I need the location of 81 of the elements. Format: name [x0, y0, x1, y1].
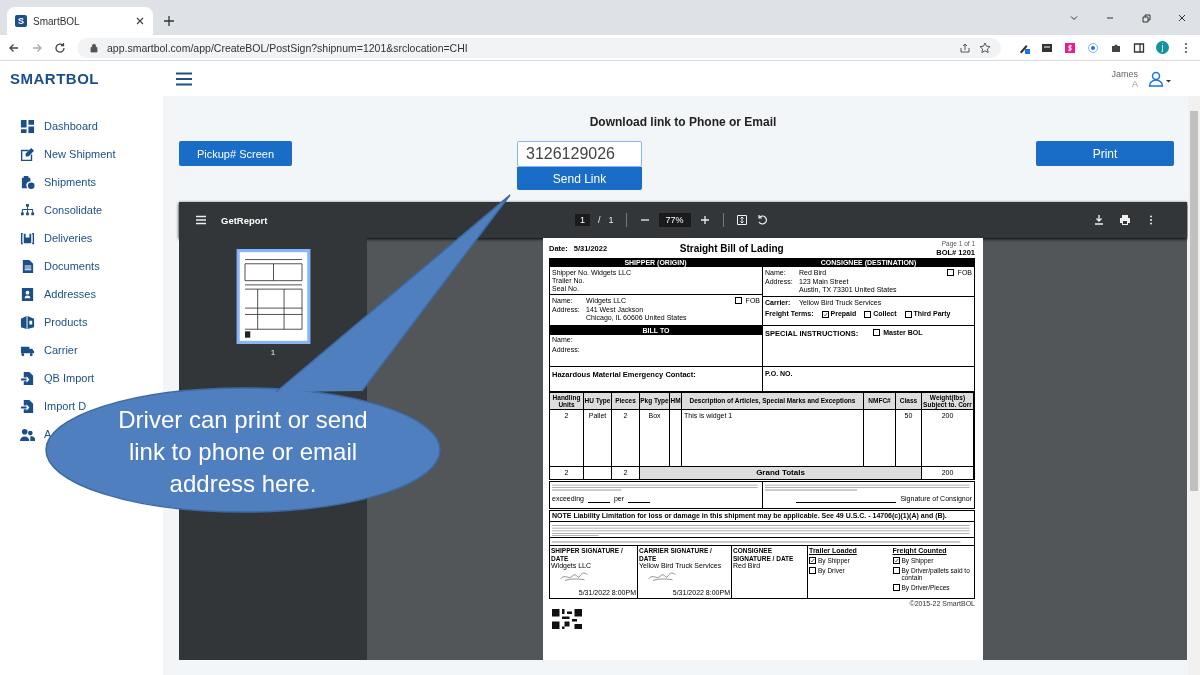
star-icon[interactable] — [979, 41, 991, 54]
checkbox[interactable] — [864, 310, 872, 318]
page-scrollbar[interactable] — [1188, 96, 1200, 675]
users-icon — [20, 426, 35, 442]
page-total: 1 — [608, 215, 614, 225]
sidebar-item[interactable]: Consolidate — [0, 196, 103, 224]
checkbox[interactable] — [734, 297, 742, 304]
zoom-in-icon[interactable] — [698, 214, 711, 226]
send-link-button[interactable]: Send Link — [517, 167, 642, 190]
box-check-icon — [20, 174, 35, 190]
sidebar-item[interactable]: Products — [0, 308, 88, 336]
record-extension-icon[interactable] — [1087, 41, 1099, 54]
contact-book-icon — [20, 286, 35, 302]
checkbox[interactable] — [821, 310, 829, 318]
profile-avatar[interactable]: j — [1156, 41, 1169, 54]
sidebar-item[interactable]: Documents — [0, 252, 100, 280]
edit-icon — [20, 146, 35, 162]
package-icon — [20, 314, 35, 330]
sidebar-item[interactable]: Deliveries — [0, 224, 93, 252]
tab-title: SmartBOL — [33, 15, 81, 27]
page-number-input[interactable]: 1 — [575, 214, 590, 226]
checkbox[interactable] — [809, 566, 816, 574]
download-icon[interactable] — [1093, 214, 1105, 226]
menu-icon[interactable] — [176, 71, 192, 86]
document-icon — [20, 258, 35, 274]
favicon: S — [15, 15, 27, 27]
page-separator: / — [598, 215, 601, 225]
page-thumbnail[interactable] — [235, 249, 311, 344]
checkbox[interactable] — [946, 269, 954, 276]
checkbox[interactable] — [892, 557, 900, 564]
grand-totals-label: Grand Totals — [640, 466, 922, 480]
box-icon — [20, 230, 35, 246]
back-icon[interactable] — [8, 41, 20, 54]
fit-page-icon[interactable] — [735, 214, 748, 226]
user-initial: A — [1132, 78, 1138, 89]
sidebar-item[interactable]: QB Import — [0, 364, 95, 392]
sidebar-item[interactable]: Import D — [0, 392, 87, 420]
document-title: GetReport — [221, 214, 269, 226]
sidebar-item[interactable]: Carrier — [0, 336, 78, 364]
file-import-icon — [20, 398, 35, 414]
pickup-screen-button[interactable]: Pickup# Screen — [179, 141, 292, 166]
new-tab-icon[interactable] — [163, 15, 175, 27]
address-bar[interactable]: app.smartbol.com/app/CreateBOL/PostSign?shipnum=1201&srclocation=CHI — [77, 37, 1001, 58]
checkbox[interactable] — [892, 583, 900, 591]
share-icon[interactable] — [959, 41, 971, 54]
hierarchy-icon — [20, 202, 35, 218]
lock-icon — [89, 42, 99, 53]
print-icon[interactable] — [1119, 214, 1131, 226]
logo[interactable]: SMARTBOL — [10, 70, 168, 87]
document-heading: Straight Bill of Lading — [679, 242, 785, 254]
sidebar-item[interactable]: New Shipment — [0, 140, 116, 168]
dollar-extension-icon[interactable] — [1064, 41, 1076, 54]
qr-code-icon — [552, 609, 582, 629]
browser-tab[interactable]: S SmartBOL — [7, 7, 153, 35]
zoom-level-input[interactable]: 77% — [658, 213, 691, 227]
restore-icon[interactable] — [1141, 13, 1151, 23]
close-icon[interactable] — [135, 16, 145, 26]
checkbox[interactable] — [809, 557, 816, 564]
signature-drawing — [559, 570, 589, 582]
sidebar-item[interactable]: Shipments — [0, 168, 96, 196]
chevron-down-icon[interactable] — [1069, 13, 1079, 23]
close-icon[interactable] — [1177, 13, 1187, 23]
callout-text: Driver can print or send link to phone or email address here. — [117, 405, 369, 499]
checkbox[interactable] — [904, 310, 912, 318]
thumbnail-page-number: 1 — [270, 348, 276, 357]
user-name: James — [1111, 68, 1138, 79]
reload-icon[interactable] — [54, 41, 66, 54]
file-import-icon — [20, 370, 35, 386]
side-panel-icon[interactable] — [1133, 41, 1145, 54]
signature-drawing — [647, 570, 677, 582]
checkbox[interactable] — [892, 566, 900, 574]
phone-input[interactable]: 3126129026 — [517, 141, 642, 167]
checkbox[interactable] — [873, 329, 881, 336]
extension-icon[interactable] — [1041, 41, 1053, 54]
dashboard-icon — [20, 118, 35, 134]
sidebar-item[interactable]: Addresses — [0, 280, 96, 308]
print-button[interactable]: Print — [1036, 141, 1174, 166]
user-icon[interactable] — [1148, 70, 1172, 87]
rotate-icon[interactable] — [755, 214, 768, 226]
sidebar-item[interactable]: Dashboard — [0, 112, 98, 140]
download-link-heading: Download link to Phone or Email — [588, 114, 778, 130]
